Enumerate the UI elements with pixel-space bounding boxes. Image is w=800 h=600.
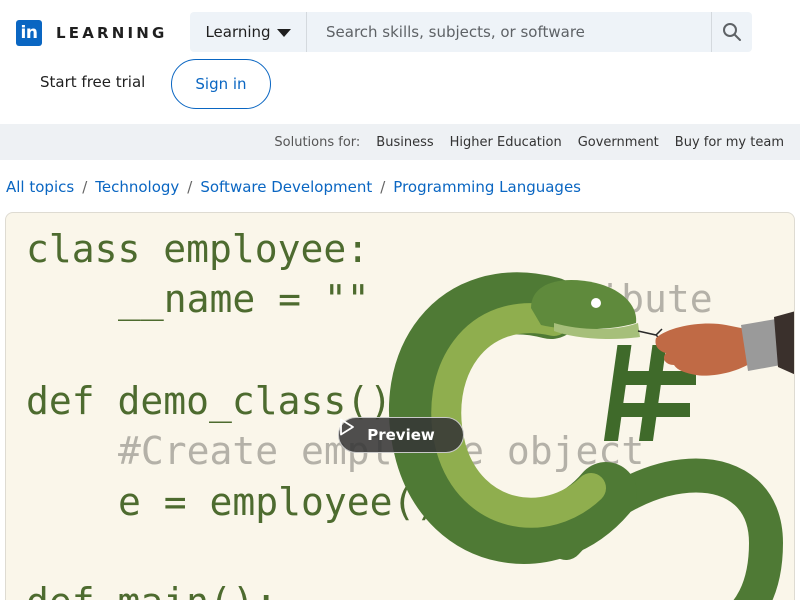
hero-illustration: class employee: __name = "" # attribute …	[26, 227, 794, 600]
solutions-label: Solutions for:	[274, 134, 361, 150]
code-line-class: class employee:	[26, 227, 369, 271]
search-icon	[723, 23, 741, 41]
solutions-link-government[interactable]: Government	[578, 135, 659, 150]
search-button[interactable]	[711, 12, 752, 52]
search-input[interactable]	[307, 12, 711, 52]
preview-label: Preview	[367, 426, 435, 444]
breadcrumb-technology[interactable]: Technology	[95, 178, 179, 196]
breadcrumb-separator: /	[187, 178, 193, 196]
search-scope-label: Learning	[205, 23, 271, 41]
sign-in-button[interactable]: Sign in	[171, 59, 271, 109]
breadcrumb-separator: /	[82, 178, 88, 196]
breadcrumb: All topics / Technology / Software Devel…	[6, 178, 581, 196]
search-bar: Learning	[190, 12, 752, 52]
breadcrumb-all-topics[interactable]: All topics	[6, 178, 74, 196]
solutions-link-buy-for-team[interactable]: Buy for my team	[675, 135, 784, 150]
site-header: in LEARNING Learning Start free trial Si…	[0, 0, 800, 124]
code-line-name: __name = ""	[118, 277, 370, 322]
search-scope-dropdown[interactable]: Learning	[190, 12, 307, 52]
learning-wordmark: LEARNING	[56, 24, 168, 42]
linkedin-logo-mark: in	[16, 20, 42, 46]
caret-down-icon	[276, 28, 291, 37]
breadcrumb-software-development[interactable]: Software Development	[200, 178, 372, 196]
solutions-bar: Solutions for: Business Higher Education…	[0, 124, 800, 160]
play-icon	[340, 418, 354, 436]
linkedin-learning-logo[interactable]: in LEARNING	[16, 20, 168, 46]
code-line-instance: e = employee()	[118, 480, 438, 524]
start-free-trial-link[interactable]: Start free trial	[40, 73, 145, 91]
solutions-link-business[interactable]: Business	[376, 135, 433, 150]
solutions-link-higher-education[interactable]: Higher Education	[450, 135, 562, 150]
course-hero-image[interactable]: class employee: __name = "" # attribute …	[5, 212, 795, 600]
breadcrumb-separator: /	[380, 178, 386, 196]
preview-button[interactable]: Preview	[338, 417, 464, 453]
breadcrumb-programming-languages[interactable]: Programming Languages	[393, 178, 581, 196]
code-line-def-main: def main():	[26, 580, 278, 600]
